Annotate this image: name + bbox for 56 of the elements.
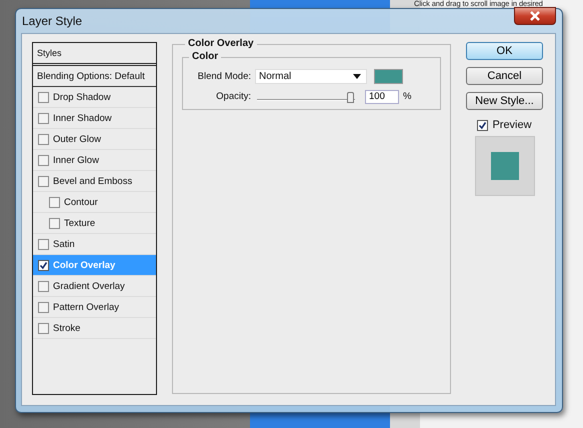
effect-label: Bevel and Emboss — [53, 176, 132, 186]
effect-row[interactable]: Inner Glow — [33, 150, 156, 171]
checkbox[interactable] — [49, 196, 60, 208]
window-title: Layer Style — [22, 14, 82, 28]
effect-label: Inner Shadow — [53, 112, 112, 124]
effect-label: Stroke — [53, 322, 80, 334]
checkbox[interactable] — [38, 134, 49, 144]
checkbox[interactable] — [49, 218, 60, 228]
caret-icon — [353, 74, 361, 79]
checkbox[interactable] — [38, 322, 49, 334]
checkbox[interactable] — [38, 176, 49, 186]
checkbox[interactable] — [38, 112, 49, 124]
effect-label: Satin — [53, 238, 75, 250]
checkbox[interactable] — [38, 302, 49, 312]
list-item[interactable]: Blending Options: Default — [33, 66, 156, 87]
effect-row[interactable]: Pattern Overlay — [33, 297, 156, 318]
checkbox[interactable] — [38, 260, 49, 270]
close-button[interactable] — [514, 7, 556, 25]
checkbox[interactable] — [477, 120, 488, 130]
effect-label: Color Overlay — [53, 260, 116, 270]
effect-row[interactable]: Drop Shadow — [33, 87, 156, 108]
effect-row[interactable]: Stroke — [33, 318, 156, 339]
effect-label: Pattern Overlay — [53, 302, 119, 312]
effect-label: Contour — [64, 196, 98, 208]
panel-title: Color Overlay — [185, 38, 257, 49]
effect-row[interactable]: Outer Glow — [33, 129, 156, 150]
effect-row[interactable]: Texture — [33, 213, 156, 234]
effect-row[interactable]: Inner Shadow — [33, 108, 156, 129]
close-icon — [529, 11, 541, 21]
effect-label: Gradient Overlay — [53, 280, 125, 292]
dialog-button[interactable]: New Style... — [466, 92, 543, 110]
field-label: Blend Mode: — [196, 71, 251, 82]
field-label: Opacity: — [215, 91, 251, 102]
checkbox[interactable] — [38, 154, 49, 166]
effect-label: Outer Glow — [53, 134, 102, 144]
unit-label: % — [403, 91, 412, 102]
checkbox[interactable] — [38, 280, 49, 292]
checkbox[interactable] — [38, 238, 49, 250]
list-header[interactable]: Styles — [33, 43, 156, 66]
dialog-button[interactable]: OK — [466, 42, 543, 60]
color-swatch[interactable] — [374, 69, 403, 84]
checkbox[interactable] — [38, 92, 49, 102]
effect-label: Inner Glow — [53, 154, 99, 166]
slider-thumb[interactable] — [347, 92, 354, 102]
checkbox-label: Preview — [492, 119, 532, 131]
blend-mode-dropdown[interactable]: Normal — [255, 69, 367, 84]
effect-label: Blending Options: Default — [37, 70, 145, 82]
effect-row[interactable]: Contour — [33, 192, 156, 213]
effect-row[interactable]: Bevel and Emboss — [33, 171, 156, 192]
preview-swatch — [490, 152, 518, 180]
dialog-button[interactable]: Cancel — [466, 67, 543, 85]
opacity-field[interactable]: 100 — [365, 90, 399, 104]
group-title: Color — [189, 51, 222, 62]
effect-row[interactable]: Gradient Overlay — [33, 276, 156, 297]
effect-label: Texture — [64, 218, 96, 228]
effect-label: Drop Shadow — [53, 92, 111, 102]
